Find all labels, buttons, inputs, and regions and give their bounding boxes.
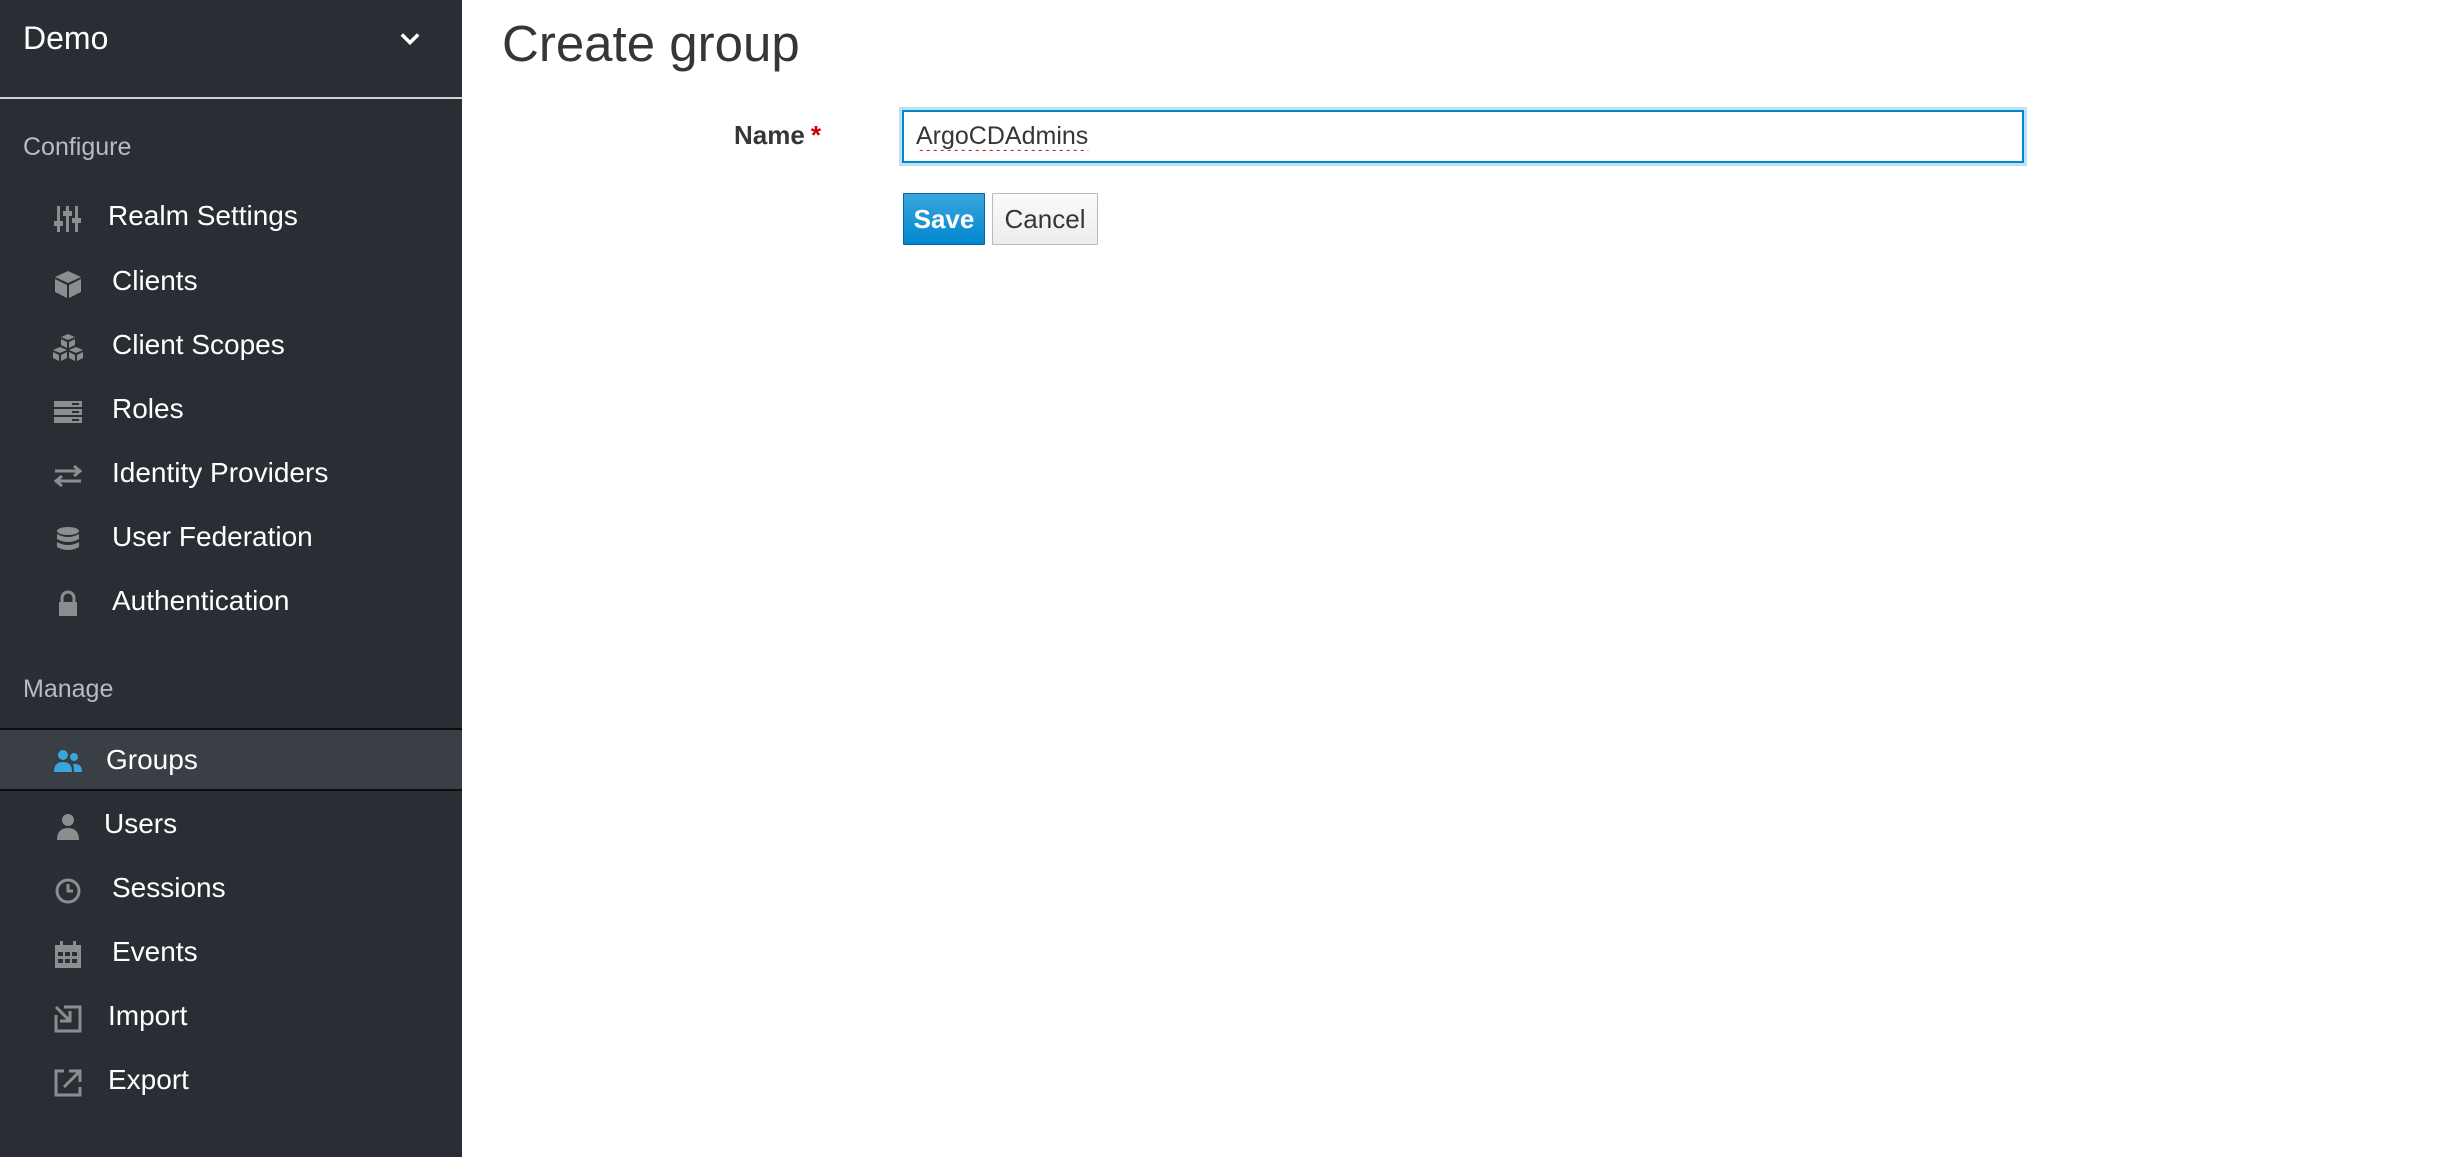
realm-name: Demo	[23, 20, 109, 56]
sidebar-item-label: Identity Providers	[112, 457, 329, 488]
sidebar-item-authentication[interactable]: Authentication	[0, 572, 462, 632]
sidebar-item-label: Realm Settings	[108, 200, 298, 231]
main-content: Create group Name* Save Cancel	[462, 0, 2445, 1157]
section-title-configure: Configure	[23, 133, 132, 161]
calendar-icon	[52, 939, 84, 971]
lock-icon	[52, 588, 84, 620]
sidebar-item-label: Sessions	[112, 872, 226, 903]
chevron-down-icon	[400, 33, 420, 46]
sidebar-item-events[interactable]: Events	[0, 923, 462, 983]
name-label-text: Name	[734, 120, 805, 150]
cubes-icon	[52, 332, 84, 364]
save-button[interactable]: Save	[903, 193, 985, 245]
group-name-input[interactable]	[902, 110, 2024, 163]
sidebar-item-groups[interactable]: Groups	[0, 728, 462, 791]
sidebar-item-label: Clients	[112, 265, 198, 296]
sidebar-item-sessions[interactable]: Sessions	[0, 859, 462, 919]
sliders-icon	[52, 203, 84, 235]
server-icon	[52, 396, 84, 428]
cube-icon	[52, 268, 84, 300]
sidebar: Demo Configure Realm Settings Clients Cl…	[0, 0, 462, 1157]
database-icon	[52, 524, 84, 556]
cancel-button[interactable]: Cancel	[992, 193, 1098, 245]
sidebar-item-label: Export	[108, 1064, 189, 1095]
sidebar-item-label: User Federation	[112, 521, 313, 552]
name-label: Name *	[734, 120, 821, 151]
sidebar-item-client-scopes[interactable]: Client Scopes	[0, 316, 462, 376]
sidebar-item-label: Events	[112, 936, 198, 967]
section-title-manage: Manage	[23, 675, 114, 703]
sidebar-item-export[interactable]: Export	[0, 1051, 462, 1111]
user-icon	[52, 811, 84, 843]
required-mark: *	[810, 120, 821, 150]
sidebar-item-label: Authentication	[112, 585, 290, 616]
sidebar-item-label: Import	[108, 1000, 188, 1031]
realm-selector[interactable]: Demo	[0, 0, 462, 99]
sidebar-item-roles[interactable]: Roles	[0, 380, 462, 440]
clock-icon	[52, 875, 84, 907]
sidebar-item-label: Groups	[106, 744, 198, 775]
export-icon	[52, 1067, 84, 1099]
sidebar-item-import[interactable]: Import	[0, 987, 462, 1047]
users-icon	[52, 745, 84, 777]
import-icon	[52, 1003, 84, 1035]
sidebar-item-user-federation[interactable]: User Federation	[0, 508, 462, 568]
page-title: Create group	[502, 15, 800, 72]
sidebar-item-users[interactable]: Users	[0, 795, 462, 855]
sidebar-item-identity-providers[interactable]: Identity Providers	[0, 444, 462, 504]
sidebar-item-label: Roles	[112, 393, 184, 424]
sidebar-item-realm-settings[interactable]: Realm Settings	[0, 187, 462, 247]
sidebar-item-clients[interactable]: Clients	[0, 252, 462, 312]
sidebar-item-label: Client Scopes	[112, 329, 285, 360]
exchange-icon	[52, 460, 84, 492]
sidebar-item-label: Users	[104, 808, 178, 839]
